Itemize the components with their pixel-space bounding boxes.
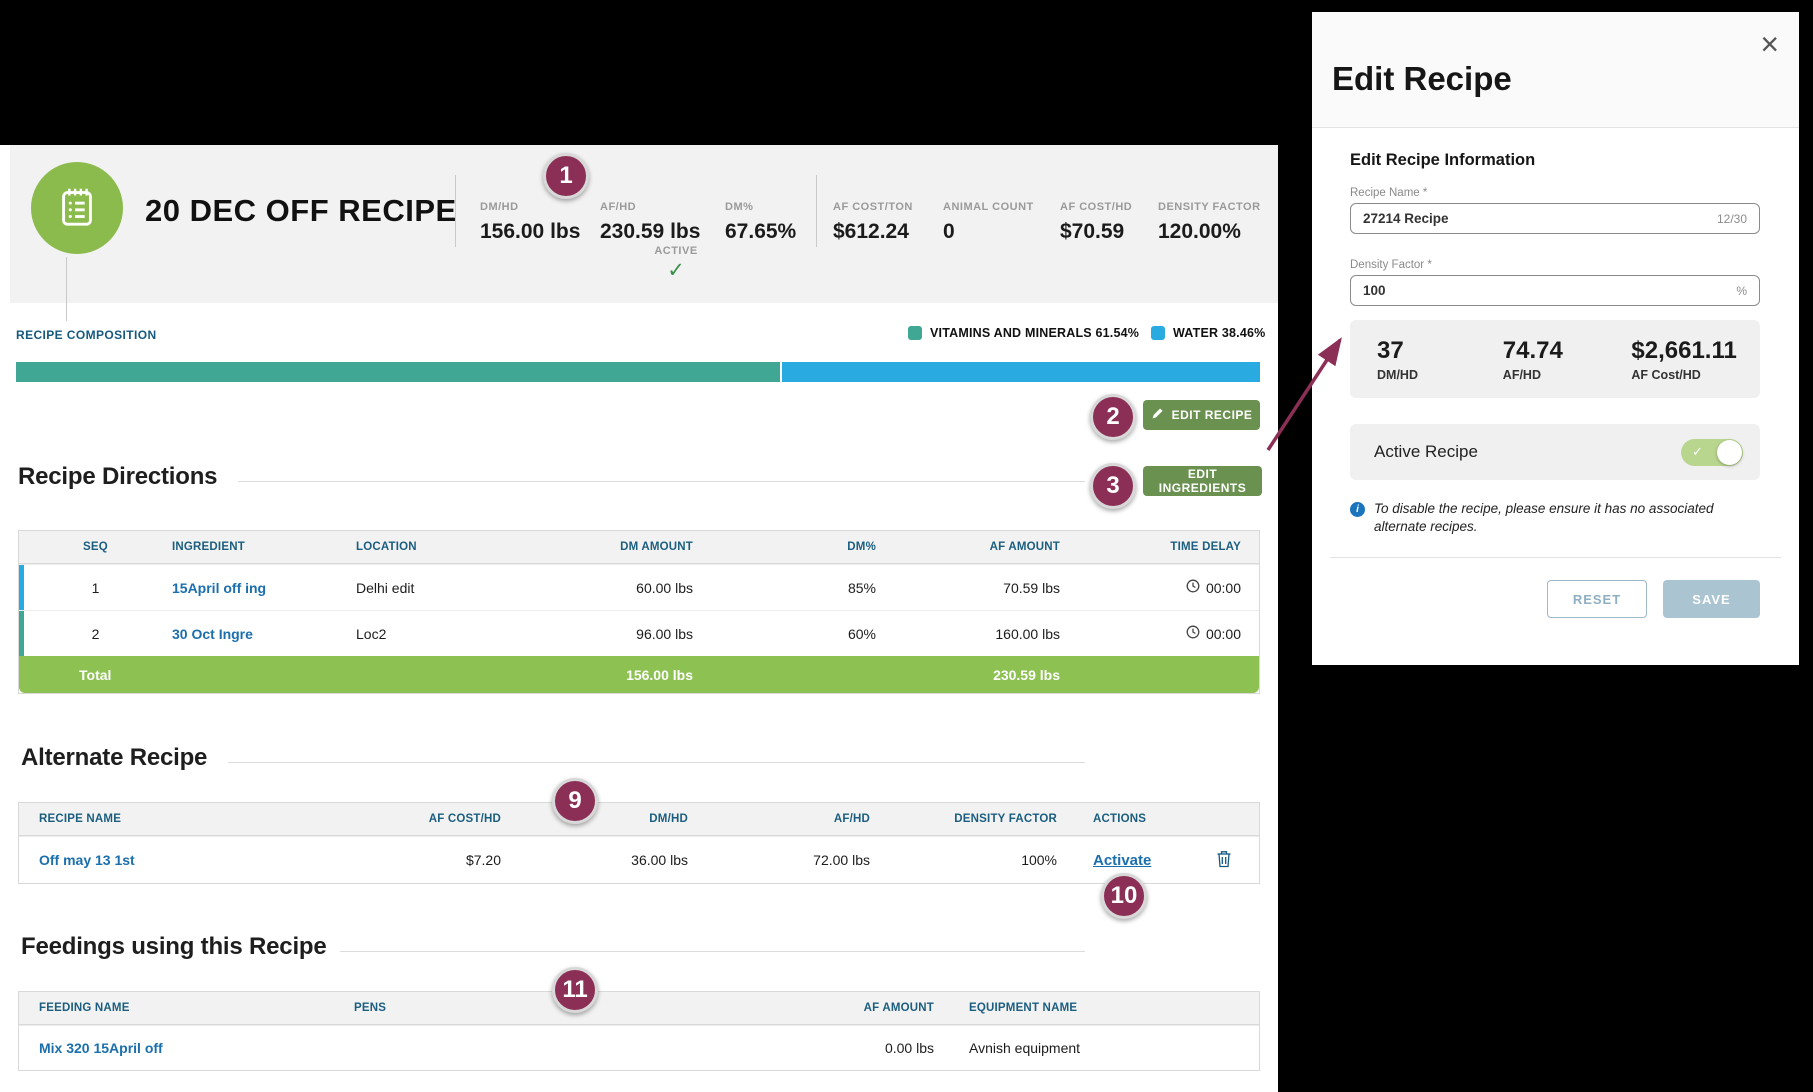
- alternate-recipe-table: RECIPE NAME AF COST/HD DM/HD AF/HD DENSI…: [18, 802, 1260, 884]
- water-swatch-icon: [1151, 326, 1165, 340]
- edit-recipe-button[interactable]: EDIT RECIPE: [1143, 400, 1260, 430]
- feedings-table: FEEDING NAME PENS AF AMOUNT EQUIPMENT NA…: [18, 991, 1260, 1071]
- alternate-recipe-title: Alternate Recipe: [21, 744, 207, 772]
- save-button[interactable]: SAVE: [1663, 580, 1760, 618]
- page-title: 20 DEC OFF RECIPE: [145, 193, 457, 229]
- modal-stat-dm-hd: 37 DM/HD: [1377, 337, 1503, 382]
- modal-section-title: Edit Recipe Information: [1350, 151, 1535, 170]
- pencil-icon: [1151, 407, 1164, 423]
- ingredient-link[interactable]: 30 Oct Ingre: [172, 626, 253, 642]
- recipe-clipboard-icon: [54, 183, 100, 234]
- composition-title: RECIPE COMPOSITION: [16, 328, 157, 342]
- annotation-badge-1: 1: [543, 153, 589, 199]
- table-header: RECIPE NAME AF COST/HD DM/HD AF/HD DENSI…: [19, 803, 1259, 836]
- ingredient-link[interactable]: 15April off ing: [172, 580, 266, 596]
- clock-icon: [1186, 579, 1200, 596]
- active-status: ACTIVE ✓: [638, 245, 714, 281]
- table-row: Mix 320 15April off 0.00 lbs Avnish equi…: [19, 1025, 1259, 1070]
- row-stripe: [19, 565, 24, 610]
- annotation-badge-11: 11: [552, 967, 598, 1013]
- char-counter: 12/30: [1717, 212, 1747, 226]
- recipe-name-field-box: 12/30: [1350, 203, 1760, 234]
- stat-dm-pct: DM% 67.65%: [725, 201, 796, 244]
- trash-icon: [1216, 856, 1232, 871]
- active-recipe-row: Active Recipe ✓: [1350, 424, 1760, 480]
- recipe-name-input[interactable]: [1363, 211, 1717, 226]
- divider: [340, 951, 1085, 952]
- divider: [238, 481, 1085, 482]
- activate-link[interactable]: Activate: [1093, 852, 1151, 869]
- total-row: Total 156.00 lbs 230.59 lbs: [19, 656, 1259, 693]
- modal-stats-box: 37 DM/HD 74.74 AF/HD $2,661.11 AF Cost/H…: [1350, 320, 1760, 398]
- recipe-directions-table: SEQ INGREDIENT LOCATION DM AMOUNT DM% AF…: [18, 530, 1260, 694]
- toggle-check-icon: ✓: [1692, 444, 1703, 460]
- feeding-link[interactable]: Mix 320 15April off: [39, 1040, 163, 1056]
- recipe-directions-title: Recipe Directions: [18, 463, 217, 491]
- recipe-detail-panel: 20 DEC OFF RECIPE DM/HD 156.00 lbs AF/HD…: [0, 145, 1278, 1092]
- active-recipe-toggle[interactable]: ✓: [1681, 439, 1743, 466]
- info-icon: i: [1350, 502, 1365, 517]
- page: 20 DEC OFF RECIPE DM/HD 156.00 lbs AF/HD…: [0, 0, 1813, 1092]
- composition-segment-water: [782, 362, 1260, 382]
- divider: [1330, 557, 1781, 558]
- modal-stat-af-hd: 74.74 AF/HD: [1503, 337, 1632, 382]
- divider: [66, 257, 67, 321]
- edit-recipe-modal: × Edit Recipe Edit Recipe Information Re…: [1312, 12, 1799, 665]
- density-factor-label: Density Factor *: [1350, 259, 1432, 271]
- modal-title: Edit Recipe: [1332, 60, 1512, 98]
- annotation-badge-9: 9: [552, 778, 598, 824]
- delete-alternate-button[interactable]: [1214, 848, 1234, 873]
- stat-af-cost-ton: AF COST/TON $612.24: [833, 201, 913, 244]
- stat-af-hd: AF/HD 230.59 lbs: [600, 201, 700, 244]
- table-row: 1 15April off ing Delhi edit 60.00 lbs 8…: [19, 564, 1259, 610]
- legend-vitamins: VITAMINS AND MINERALS 61.54%: [908, 326, 1139, 340]
- annotation-badge-10: 10: [1101, 873, 1147, 919]
- vitamins-swatch-icon: [908, 326, 922, 340]
- table-header: FEEDING NAME PENS AF AMOUNT EQUIPMENT NA…: [19, 992, 1259, 1025]
- active-check-icon: ✓: [638, 260, 714, 281]
- legend-water: WATER 38.46%: [1151, 326, 1265, 340]
- table-header: SEQ INGREDIENT LOCATION DM AMOUNT DM% AF…: [19, 531, 1259, 564]
- divider: [455, 175, 456, 247]
- stat-dm-hd: DM/HD 156.00 lbs: [480, 201, 580, 244]
- annotation-badge-3: 3: [1090, 463, 1136, 509]
- composition-segment-vitamins: [16, 362, 782, 382]
- stat-af-cost-hd: AF COST/HD $70.59: [1060, 201, 1132, 244]
- density-factor-field-box: %: [1350, 275, 1760, 306]
- disable-note: i To disable the recipe, please ensure i…: [1350, 500, 1750, 536]
- modal-stat-af-cost-hd: $2,661.11 AF Cost/HD: [1631, 337, 1760, 382]
- alternate-recipe-link[interactable]: Off may 13 1st: [39, 852, 135, 868]
- divider: [228, 762, 1085, 763]
- annotation-badge-2: 2: [1090, 394, 1136, 440]
- composition-bar: [16, 362, 1260, 382]
- close-icon[interactable]: ×: [1760, 28, 1779, 60]
- row-stripe: [19, 611, 24, 656]
- density-factor-input[interactable]: [1363, 283, 1736, 298]
- edit-ingredients-button[interactable]: EDIT INGREDIENTS: [1143, 466, 1262, 496]
- recipe-avatar: [31, 162, 123, 254]
- table-row: Off may 13 1st $7.20 36.00 lbs 72.00 lbs…: [19, 836, 1259, 883]
- annotation-arrow: [1252, 320, 1362, 470]
- clock-icon: [1186, 625, 1200, 642]
- reset-button[interactable]: RESET: [1547, 580, 1647, 618]
- stat-density-factor: DENSITY FACTOR 120.00%: [1158, 201, 1261, 244]
- recipe-header: 20 DEC OFF RECIPE DM/HD 156.00 lbs AF/HD…: [10, 145, 1278, 303]
- divider: [816, 175, 817, 247]
- toggle-knob: [1717, 440, 1742, 465]
- feedings-title: Feedings using this Recipe: [21, 933, 327, 961]
- recipe-name-label: Recipe Name *: [1350, 187, 1427, 199]
- stat-animal-count: ANIMAL COUNT 0: [943, 201, 1034, 244]
- table-row: 2 30 Oct Ingre Loc2 96.00 lbs 60% 160.00…: [19, 610, 1259, 656]
- percent-suffix: %: [1736, 284, 1747, 298]
